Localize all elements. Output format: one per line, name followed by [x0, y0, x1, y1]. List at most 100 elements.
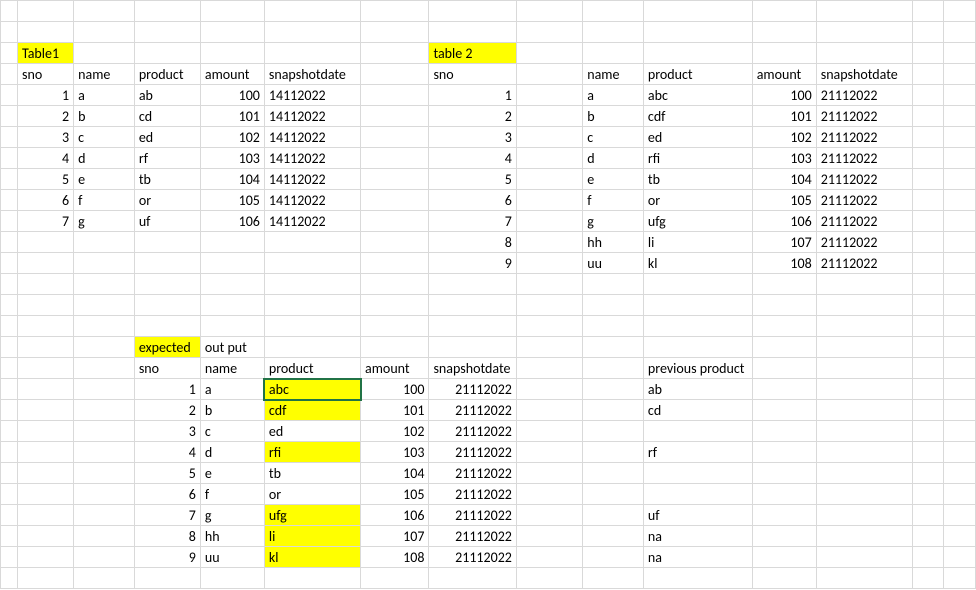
exp-sno[interactable]: 9	[134, 547, 200, 568]
cell[interactable]	[74, 1, 135, 22]
cell[interactable]	[752, 484, 816, 505]
t2-name[interactable]: f	[583, 190, 644, 211]
cell[interactable]	[643, 1, 752, 22]
t1-amount[interactable]: 102	[200, 127, 264, 148]
cell[interactable]	[200, 295, 264, 316]
t2-sno[interactable]: 4	[429, 148, 516, 169]
cell[interactable]	[17, 316, 73, 337]
cell[interactable]	[944, 526, 976, 547]
exp-name[interactable]: g	[200, 505, 264, 526]
cell[interactable]	[912, 337, 944, 358]
cell[interactable]	[264, 316, 360, 337]
exp-sno[interactable]: 3	[134, 421, 200, 442]
exp-snapshotdate[interactable]: 21112022	[429, 547, 516, 568]
cell[interactable]	[944, 127, 976, 148]
cell[interactable]	[361, 337, 429, 358]
cell[interactable]	[516, 22, 582, 43]
t1-product[interactable]: tb	[134, 169, 200, 190]
exp-amount[interactable]: 108	[361, 547, 429, 568]
cell[interactable]	[583, 484, 644, 505]
t2-snapshotdate[interactable]: 21112022	[816, 211, 912, 232]
cell[interactable]	[200, 232, 264, 253]
cell[interactable]	[816, 316, 912, 337]
cell[interactable]	[1, 379, 18, 400]
t2-amount[interactable]: 106	[752, 211, 816, 232]
t1-name[interactable]: g	[74, 211, 135, 232]
cell[interactable]	[1, 253, 18, 274]
cell[interactable]	[583, 463, 644, 484]
t1-snapshotdate[interactable]: 14112022	[264, 190, 360, 211]
t1-name[interactable]: a	[74, 85, 135, 106]
cell[interactable]	[944, 253, 976, 274]
cell[interactable]	[74, 295, 135, 316]
cell[interactable]	[1, 568, 18, 589]
cell[interactable]	[752, 22, 816, 43]
cell[interactable]	[944, 547, 976, 568]
cell[interactable]	[1, 400, 18, 421]
cell[interactable]	[816, 295, 912, 316]
cell[interactable]	[816, 442, 912, 463]
cell[interactable]	[944, 85, 976, 106]
cell[interactable]	[516, 442, 582, 463]
cell[interactable]	[816, 358, 912, 379]
cell[interactable]	[944, 505, 976, 526]
cell[interactable]	[361, 43, 429, 64]
exp-snapshotdate[interactable]: 21112022	[429, 421, 516, 442]
cell[interactable]	[816, 379, 912, 400]
t1-snapshotdate[interactable]: 14112022	[264, 148, 360, 169]
cell[interactable]	[583, 22, 644, 43]
cell[interactable]	[361, 169, 429, 190]
exp-sno[interactable]: 5	[134, 463, 200, 484]
t2-sno[interactable]: 3	[429, 127, 516, 148]
exp-prev[interactable]: na	[643, 526, 752, 547]
cell[interactable]	[429, 295, 516, 316]
t2-product[interactable]: cdf	[643, 106, 752, 127]
cell[interactable]	[134, 274, 200, 295]
cell[interactable]	[816, 400, 912, 421]
cell[interactable]	[516, 337, 582, 358]
cell[interactable]	[516, 421, 582, 442]
cell[interactable]	[912, 463, 944, 484]
t2-amount[interactable]: 100	[752, 85, 816, 106]
cell[interactable]	[944, 421, 976, 442]
cell[interactable]	[643, 337, 752, 358]
t1-name[interactable]: c	[74, 127, 135, 148]
t2-snapshotdate[interactable]: 21112022	[816, 85, 912, 106]
cell[interactable]	[912, 547, 944, 568]
cell[interactable]	[583, 400, 644, 421]
cell[interactable]	[816, 568, 912, 589]
cell[interactable]	[912, 1, 944, 22]
t2-name[interactable]: hh	[583, 232, 644, 253]
t2-snapshotdate[interactable]: 21112022	[816, 190, 912, 211]
cell[interactable]	[361, 64, 429, 85]
cell[interactable]	[1, 274, 18, 295]
exp-product[interactable]: ed	[264, 421, 360, 442]
cell[interactable]	[816, 337, 912, 358]
cell[interactable]	[643, 274, 752, 295]
t1-amount[interactable]: 105	[200, 190, 264, 211]
spreadsheet-grid[interactable]: Table1table 2snonameproductamountsnapsho…	[0, 0, 976, 589]
t2-sno[interactable]: 5	[429, 169, 516, 190]
cell[interactable]	[583, 505, 644, 526]
cell[interactable]	[752, 442, 816, 463]
cell[interactable]	[816, 1, 912, 22]
cell[interactable]	[912, 484, 944, 505]
t1-amount[interactable]: 101	[200, 106, 264, 127]
cell[interactable]	[264, 43, 360, 64]
cell[interactable]	[944, 379, 976, 400]
exp-snapshotdate[interactable]: 21112022	[429, 463, 516, 484]
cell[interactable]	[912, 316, 944, 337]
cell[interactable]	[264, 568, 360, 589]
cell[interactable]	[516, 526, 582, 547]
cell[interactable]	[944, 274, 976, 295]
cell[interactable]	[583, 526, 644, 547]
cell[interactable]	[944, 358, 976, 379]
cell[interactable]	[429, 274, 516, 295]
cell[interactable]	[516, 106, 582, 127]
cell[interactable]	[752, 568, 816, 589]
cell[interactable]	[912, 85, 944, 106]
cell[interactable]	[752, 505, 816, 526]
cell[interactable]	[583, 358, 644, 379]
t1-amount[interactable]: 104	[200, 169, 264, 190]
t2-snapshotdate[interactable]: 21112022	[816, 148, 912, 169]
